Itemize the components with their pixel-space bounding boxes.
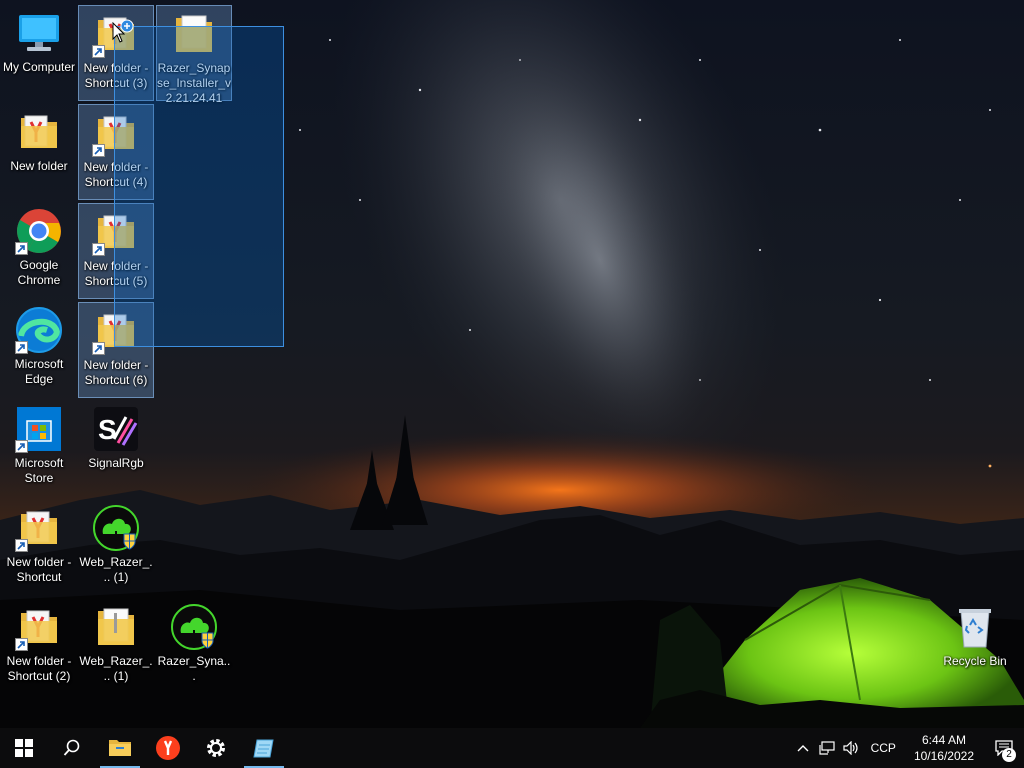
taskbar: CCP 6:44 AM 10/16/2022 2 (0, 728, 1024, 768)
edge-icon (15, 306, 63, 354)
shortcut-arrow-icon (15, 539, 28, 552)
taskbar-settings[interactable] (192, 728, 240, 768)
action-center-button[interactable]: 2 (984, 728, 1024, 768)
desktop-icon-microsoft-edge[interactable]: Microsoft Edge (1, 301, 77, 397)
desktop-icon-label: New folder - Shortcut (2) (6, 654, 72, 683)
desktop-icon-my-computer[interactable]: My Computer (1, 4, 77, 100)
razer-installer-icon (92, 504, 140, 552)
copy-drag-badge-icon (119, 18, 135, 34)
clock-date: 10/16/2022 (913, 749, 974, 763)
desktop-icon-label: Recycle Bin (943, 654, 1007, 668)
shortcut-arrow-icon (92, 144, 105, 157)
search-icon (63, 739, 80, 756)
taskbar-clock[interactable]: 6:44 AM 10/16/2022 (904, 732, 984, 764)
desktop-icon-label: Google Chrome (17, 258, 61, 287)
desktop-icon-label: Web_Razer_... (1) (79, 555, 153, 584)
gear-icon (207, 739, 225, 757)
taskbar-yandex-browser[interactable] (144, 728, 192, 768)
desktop-icon-recycle-bin[interactable]: Recycle Bin (937, 598, 1013, 694)
clock-time: 6:44 AM (921, 733, 966, 747)
folder-icon (92, 603, 140, 651)
store-icon (15, 405, 63, 453)
desktop-icon-label: New folder (10, 159, 68, 173)
folder-icon (109, 740, 131, 756)
network-icon (818, 741, 835, 755)
shortcut-arrow-icon (92, 342, 105, 355)
desktop-icon-new-folder[interactable]: New folder (1, 103, 77, 199)
notepad-icon (253, 739, 274, 758)
desktop-icon-label: New folder - Shortcut (6, 555, 72, 584)
desktop-icon-label: Web_Razer_... (1) (79, 654, 153, 683)
shortcut-arrow-icon (92, 45, 105, 58)
desktop-icon-new-folder-shortcut[interactable]: New folder - Shortcut (1, 499, 77, 595)
windows-logo-icon (15, 739, 33, 757)
computer-icon (15, 9, 63, 57)
desktop-icon-label: SignalRgb (88, 456, 144, 470)
drag-selection-rectangle (114, 26, 284, 347)
desktop-icon-label: Microsoft Edge (14, 357, 64, 386)
yandex-folder-icon (15, 504, 63, 552)
desktop-icon-label: Microsoft Store (14, 456, 64, 485)
shortcut-arrow-icon (92, 243, 105, 256)
razer-installer-icon (170, 603, 218, 651)
svg-text:S: S (98, 414, 117, 445)
desktop-icon-signalrgb[interactable]: S SignalRgb (78, 400, 154, 496)
taskbar-file-explorer[interactable] (96, 728, 144, 768)
desktop-icon-new-folder-shortcut-2[interactable]: New folder - Shortcut (2) (1, 598, 77, 694)
desktop-icon-web-razer-1-folder[interactable]: Web_Razer_... (1) (78, 598, 154, 694)
recycle-bin-icon (951, 603, 999, 651)
network-button[interactable] (815, 728, 839, 768)
desktop-icon-label: My Computer (2, 60, 76, 74)
shortcut-arrow-icon (15, 440, 28, 453)
desktop-icon-razer-synapse[interactable]: Razer_Syna... (156, 598, 232, 694)
show-hidden-icons-button[interactable] (791, 728, 815, 768)
volume-button[interactable] (839, 728, 863, 768)
desktop-icon-label: New folder - Shortcut (6) (83, 358, 149, 387)
shortcut-arrow-icon (15, 242, 28, 255)
speaker-icon (842, 741, 858, 755)
yandex-icon (156, 736, 180, 760)
notification-count-badge: 2 (1002, 748, 1016, 762)
desktop-icon-web-razer-1[interactable]: Web_Razer_... (1) (78, 499, 154, 595)
search-button[interactable] (48, 728, 96, 768)
desktop-icon-google-chrome[interactable]: Google Chrome (1, 202, 77, 298)
desktop-icon-label: Razer_Syna... (157, 654, 231, 683)
system-tray: CCP 6:44 AM 10/16/2022 2 (791, 728, 1024, 768)
shortcut-arrow-icon (15, 341, 28, 354)
taskbar-notepad-window[interactable] (240, 728, 288, 768)
desktop-icon-microsoft-store[interactable]: Microsoft Store (1, 400, 77, 496)
yandex-folder-icon (15, 108, 63, 156)
chrome-icon (15, 207, 63, 255)
start-button[interactable] (0, 728, 48, 768)
signalrgb-icon: S (92, 405, 140, 453)
chevron-up-icon (797, 745, 809, 752)
shortcut-arrow-icon (15, 638, 28, 651)
yandex-folder-icon (15, 603, 63, 651)
input-language-indicator[interactable]: CCP (863, 741, 904, 755)
